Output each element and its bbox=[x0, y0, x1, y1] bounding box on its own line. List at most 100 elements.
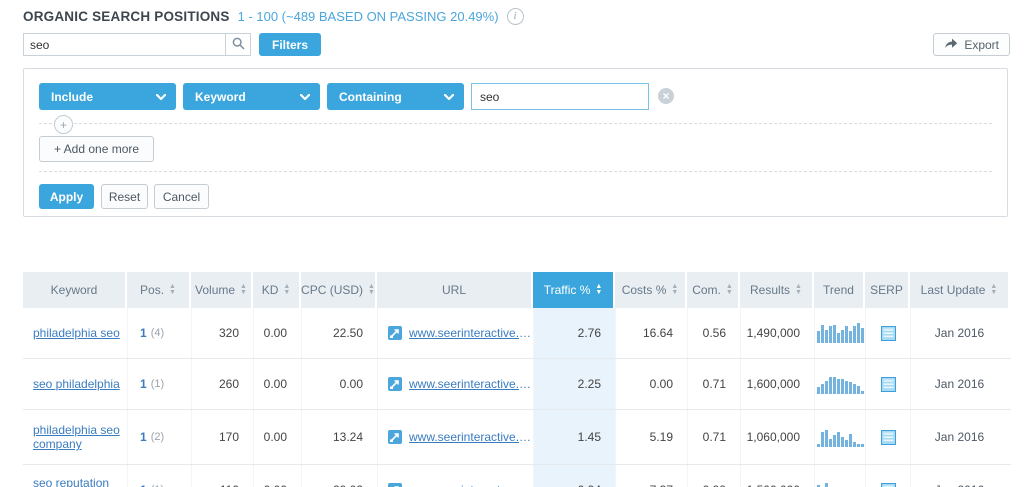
column-header-last-update[interactable]: Last Update bbox=[910, 272, 1008, 308]
chevron-down-icon bbox=[299, 90, 311, 104]
costs-cell: 7.37 bbox=[615, 465, 687, 487]
add-one-more-button[interactable]: + Add one more bbox=[39, 136, 155, 162]
external-link-icon[interactable] bbox=[388, 377, 402, 391]
keyword-link[interactable]: seo philadelphia bbox=[33, 377, 120, 391]
column-header-keyword[interactable]: Keyword bbox=[23, 272, 127, 308]
filter-operator-dropdown[interactable]: Containing bbox=[327, 83, 464, 110]
external-link-icon[interactable] bbox=[388, 430, 402, 444]
column-header-kd[interactable]: KD bbox=[253, 272, 301, 308]
serp-icon[interactable] bbox=[880, 429, 896, 445]
positions-table: Keyword Pos. Volume KD CPC (USD) URL Tra… bbox=[23, 272, 1011, 487]
results-cell: 1,600,000 bbox=[740, 359, 814, 409]
column-header-volume[interactable]: Volume bbox=[191, 272, 253, 308]
sort-icon bbox=[726, 284, 733, 296]
sort-icon bbox=[795, 284, 802, 296]
apply-button[interactable]: Apply bbox=[39, 184, 94, 209]
traffic-cell: 0.94 bbox=[533, 465, 615, 487]
search-input[interactable] bbox=[24, 34, 225, 55]
export-label: Export bbox=[964, 37, 999, 52]
trend-sparkline bbox=[816, 374, 864, 394]
table-header-row: Keyword Pos. Volume KD CPC (USD) URL Tra… bbox=[23, 272, 1011, 308]
com-cell: 0.71 bbox=[687, 410, 740, 464]
plus-icon[interactable]: + bbox=[54, 115, 73, 134]
cancel-button[interactable]: Cancel bbox=[154, 184, 209, 209]
position-value: 1 bbox=[140, 377, 147, 391]
external-link-icon[interactable] bbox=[388, 483, 402, 487]
filter-panel: Include Keyword Containing × + + Add one… bbox=[23, 68, 1008, 217]
column-header-traffic[interactable]: Traffic % bbox=[533, 272, 615, 308]
column-label: Volume bbox=[195, 283, 236, 297]
keyword-link[interactable]: philadelphia seo company bbox=[33, 423, 121, 451]
filters-button[interactable]: Filters bbox=[259, 33, 322, 56]
column-label: Last Update bbox=[920, 283, 986, 297]
page-title: ORGANIC SEARCH POSITIONS bbox=[23, 9, 230, 24]
sort-icon bbox=[240, 284, 247, 296]
remove-filter-icon[interactable]: × bbox=[658, 88, 674, 104]
column-header-cpc[interactable]: CPC (USD) bbox=[301, 272, 377, 308]
sort-icon bbox=[368, 284, 375, 296]
traffic-cell: 2.25 bbox=[533, 359, 615, 409]
table-row: philadelphia seo 1 (4) 320 0.00 22.50 www… bbox=[23, 308, 1011, 359]
column-header-pos[interactable]: Pos. bbox=[127, 272, 191, 308]
last-update-cell: Jan 2016 bbox=[910, 410, 1008, 464]
kd-cell: 0.00 bbox=[253, 410, 301, 464]
dashed-divider bbox=[39, 123, 992, 124]
com-cell: 0.56 bbox=[687, 308, 740, 358]
trend-sparkline bbox=[816, 427, 864, 447]
url-link[interactable]: www.seerinteractive.com/ bbox=[409, 430, 533, 444]
filter-field-dropdown[interactable]: Keyword bbox=[183, 83, 320, 110]
url-link[interactable]: www.seerinteractive.com/ bbox=[409, 326, 533, 340]
export-arrow-icon bbox=[944, 37, 958, 52]
trend-sparkline bbox=[816, 323, 864, 343]
info-icon[interactable]: i bbox=[506, 8, 524, 25]
serp-icon[interactable] bbox=[880, 376, 896, 392]
column-header-costs[interactable]: Costs % bbox=[615, 272, 687, 308]
traffic-cell: 1.45 bbox=[533, 410, 615, 464]
serp-icon[interactable] bbox=[880, 482, 896, 487]
position-cell: 1(1) bbox=[127, 359, 191, 409]
column-label: SERP bbox=[870, 283, 903, 297]
serp-icon[interactable] bbox=[880, 325, 896, 341]
last-update-cell: Jan 2016 bbox=[910, 359, 1008, 409]
costs-cell: 5.19 bbox=[615, 410, 687, 464]
com-cell: 0.99 bbox=[687, 465, 740, 487]
last-update-cell: Jan 2016 bbox=[910, 465, 1008, 487]
chevron-down-icon bbox=[155, 90, 167, 104]
column-header-com[interactable]: Com. bbox=[687, 272, 740, 308]
traffic-cell: 2.76 bbox=[533, 308, 615, 358]
position-diff: (2) bbox=[150, 431, 165, 443]
column-label: Com. bbox=[692, 283, 721, 297]
keyword-link[interactable]: philadelphia seo bbox=[33, 326, 120, 340]
url-link[interactable]: www.seerinteractive.com/ bbox=[409, 377, 533, 391]
export-button[interactable]: Export bbox=[933, 33, 1010, 56]
sort-icon bbox=[595, 284, 602, 296]
search-button[interactable] bbox=[225, 34, 250, 55]
filter-condition-dropdown[interactable]: Include bbox=[39, 83, 176, 110]
column-label: Pos. bbox=[140, 283, 165, 297]
column-label: Results bbox=[750, 283, 791, 297]
keyword-link[interactable]: seo reputation management bbox=[33, 476, 121, 487]
keyword-search-box bbox=[23, 33, 251, 56]
external-link-icon[interactable] bbox=[388, 326, 402, 340]
sort-icon bbox=[283, 284, 290, 296]
position-value: 1 bbox=[140, 430, 147, 444]
column-header-url[interactable]: URL bbox=[377, 272, 533, 308]
reset-button[interactable]: Reset bbox=[101, 184, 148, 209]
cpc-cell: 29.02 bbox=[301, 465, 377, 487]
results-range[interactable]: 1 - 100 (~489 BASED ON PASSING 20.49%) bbox=[238, 9, 499, 24]
url-link[interactable]: www.seerinteract...ement/ bbox=[409, 483, 533, 487]
cpc-cell: 0.00 bbox=[301, 359, 377, 409]
position-cell: 1(1) bbox=[127, 465, 191, 487]
com-cell: 0.71 bbox=[687, 359, 740, 409]
column-header-results[interactable]: Results bbox=[740, 272, 814, 308]
column-label: URL bbox=[441, 283, 466, 297]
volume-cell: 170 bbox=[191, 410, 253, 464]
position-diff: (1) bbox=[150, 378, 165, 390]
report-header: ORGANIC SEARCH POSITIONS 1 - 100 (~489 B… bbox=[23, 8, 524, 25]
table-row: philadelphia seo company 1 (2) 170 0.00 1… bbox=[23, 410, 1011, 465]
sort-icon bbox=[671, 284, 678, 296]
volume-cell: 110 bbox=[191, 465, 253, 487]
volume-cell: 260 bbox=[191, 359, 253, 409]
column-label: Trend bbox=[823, 283, 854, 297]
filter-value-input[interactable] bbox=[471, 83, 649, 110]
